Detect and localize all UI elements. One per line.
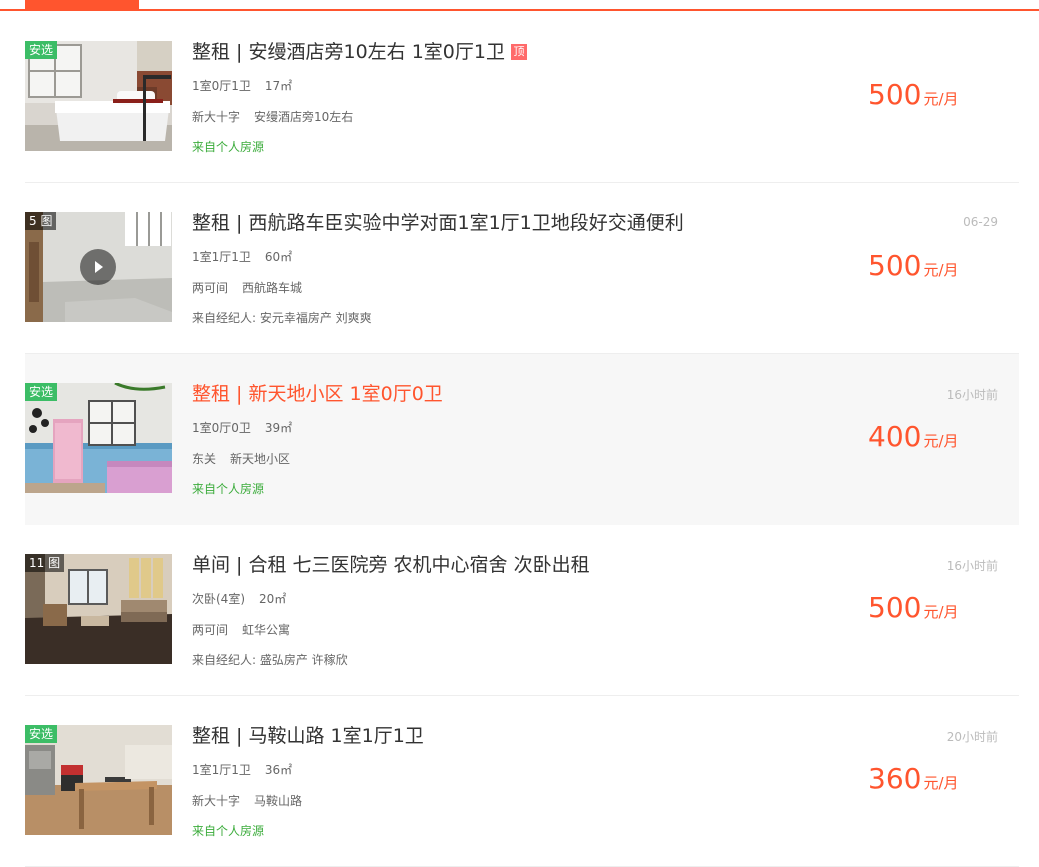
listing-item[interactable]: 5 图 整租 | 西航路车臣实验中学对面1室1厅1卫地段好交通便利 1室1厅1卫… [25,183,1019,354]
listing-district-link[interactable]: 新大十字 [192,110,240,124]
price-unit: 元/月 [923,603,959,621]
listing-location: 两可间 虹华公寓 [192,621,290,638]
listing-layout: 1室0厅0卫 [192,421,251,435]
listing-room-info: 1室0厅0卫 39㎡ [192,419,292,436]
listing-price: 500 元/月 [868,249,959,282]
tab-bar [0,0,1039,11]
listing-layout: 1室0厅1卫 [192,79,251,93]
listing-price: 400 元/月 [868,420,959,453]
listing-source: 来自经纪人: 盛弘房产 许稼欣 [192,653,348,667]
listing-district-link[interactable]: 两可间 [192,623,228,637]
listing-title-text[interactable]: 整租 | 马鞍山路 1室1厅1卫 [192,725,424,747]
listing-district-link[interactable]: 东关 [192,452,216,466]
price-unit: 元/月 [923,261,959,279]
listing-price: 500 元/月 [868,591,959,624]
listing-item[interactable]: 安选 整租 | 新天地小区 1室0厅0卫 1室0厅0卫 39㎡ 东关 新天地小区 来… [25,354,1019,525]
listing-address-link[interactable]: 西航路车城 [242,281,302,295]
price-value: 400 [868,420,922,453]
listing-source: 来自个人房源 [192,824,265,838]
listing-address-link[interactable]: 马鞍山路 [254,794,302,808]
listing-address-link[interactable]: 安缦酒店旁10左右 [254,110,353,124]
listing-photo[interactable]: 安选 [25,41,172,151]
listing-area: 20㎡ [259,592,287,606]
listing-room-info: 1室1厅1卫 36㎡ [192,761,292,778]
price-unit: 元/月 [923,774,959,792]
listing-district-link[interactable]: 新大十字 [192,794,240,808]
listing-photo[interactable]: 安选 [25,725,172,835]
listing-layout: 次卧(4室) [192,592,245,606]
listing-photo[interactable]: 5 图 [25,212,172,322]
listing-photo[interactable]: 11 图 [25,554,172,664]
anxuan-badge: 安选 [25,725,58,743]
listing-address-link[interactable]: 虹华公寓 [242,623,290,637]
listing-photo[interactable]: 安选 [25,383,172,493]
listing-layout: 1室1厅1卫 [192,763,251,777]
price-unit: 元/月 [923,432,959,450]
listing-location: 东关 新天地小区 [192,450,290,467]
listing-area: 36㎡ [264,763,293,777]
photo-count-badge: 5 图 [25,212,57,230]
listing-item[interactable]: 11 图 单间 | 合租 七三医院旁 农机中心宿舍 次卧出租 次卧(4室) 20㎡… [25,525,1019,696]
anxuan-badge: 安选 [25,41,58,59]
top-badge: 顶 [510,44,527,60]
listing-title-text[interactable]: 整租 | 安缦酒店旁10左右 1室0厅1卫 [192,41,505,63]
price-value: 500 [868,249,922,282]
listing-price: 500 元/月 [868,78,959,111]
listing-title-text[interactable]: 整租 | 西航路车臣实验中学对面1室1厅1卫地段好交通便利 [192,212,684,234]
listing-location: 新大十字 马鞍山路 [192,792,302,809]
listing-price: 360 元/月 [868,762,959,795]
price-value: 500 [868,78,922,111]
listing-layout: 1室1厅1卫 [192,250,251,264]
listing-area: 39㎡ [264,421,293,435]
photo-count-badge: 11 图 [25,554,65,572]
listing-source: 来自个人房源 [192,140,265,154]
price-value: 500 [868,591,922,624]
listing-title[interactable]: 整租 | 马鞍山路 1室1厅1卫 [192,723,424,749]
tab-bar-underline [0,9,1039,11]
listing-district-link[interactable]: 两可间 [192,281,228,295]
listing-source: 来自个人房源 [192,482,265,496]
listing-location: 新大十字 安缦酒店旁10左右 [192,108,353,125]
listing-room-info: 1室0厅1卫 17㎡ [192,77,292,94]
listing-room-info: 次卧(4室) 20㎡ [192,590,286,607]
listing-address-link[interactable]: 新天地小区 [230,452,290,466]
play-video-icon[interactable] [80,249,116,285]
listing-title[interactable]: 整租 | 安缦酒店旁10左右 1室0厅1卫顶 [192,39,527,65]
listing-title-text[interactable]: 整租 | 新天地小区 1室0厅0卫 [192,383,443,405]
listing-source: 来自经纪人: 安元幸福房产 刘爽爽 [192,311,372,325]
price-value: 360 [868,762,922,795]
listing-title[interactable]: 单间 | 合租 七三医院旁 农机中心宿舍 次卧出租 [192,552,590,578]
listing-time: 06-29 [963,215,998,229]
listing-area: 60㎡ [264,250,293,264]
price-unit: 元/月 [923,90,959,108]
listing-time: 16小时前 [946,388,998,402]
listing-room-info: 1室1厅1卫 60㎡ [192,248,292,265]
listing-item[interactable]: 安选 整租 | 安缦酒店旁10左右 1室0厅1卫顶 1室0厅1卫 17㎡ 新大十字… [25,12,1019,183]
anxuan-badge: 安选 [25,383,58,401]
listing-title-text[interactable]: 单间 | 合租 七三医院旁 农机中心宿舍 次卧出租 [192,554,590,576]
listing-title[interactable]: 整租 | 新天地小区 1室0厅0卫 [192,381,443,407]
listing-time: 20小时前 [946,730,998,744]
listing-item[interactable]: 安选 整租 | 马鞍山路 1室1厅1卫 1室1厅1卫 36㎡ 新大十字 马鞍山路 来… [25,696,1019,867]
listing-title[interactable]: 整租 | 西航路车臣实验中学对面1室1厅1卫地段好交通便利 [192,210,684,236]
listing-location: 两可间 西航路车城 [192,279,302,296]
listing-area: 17㎡ [264,79,293,93]
listing-time: 16小时前 [946,559,998,573]
